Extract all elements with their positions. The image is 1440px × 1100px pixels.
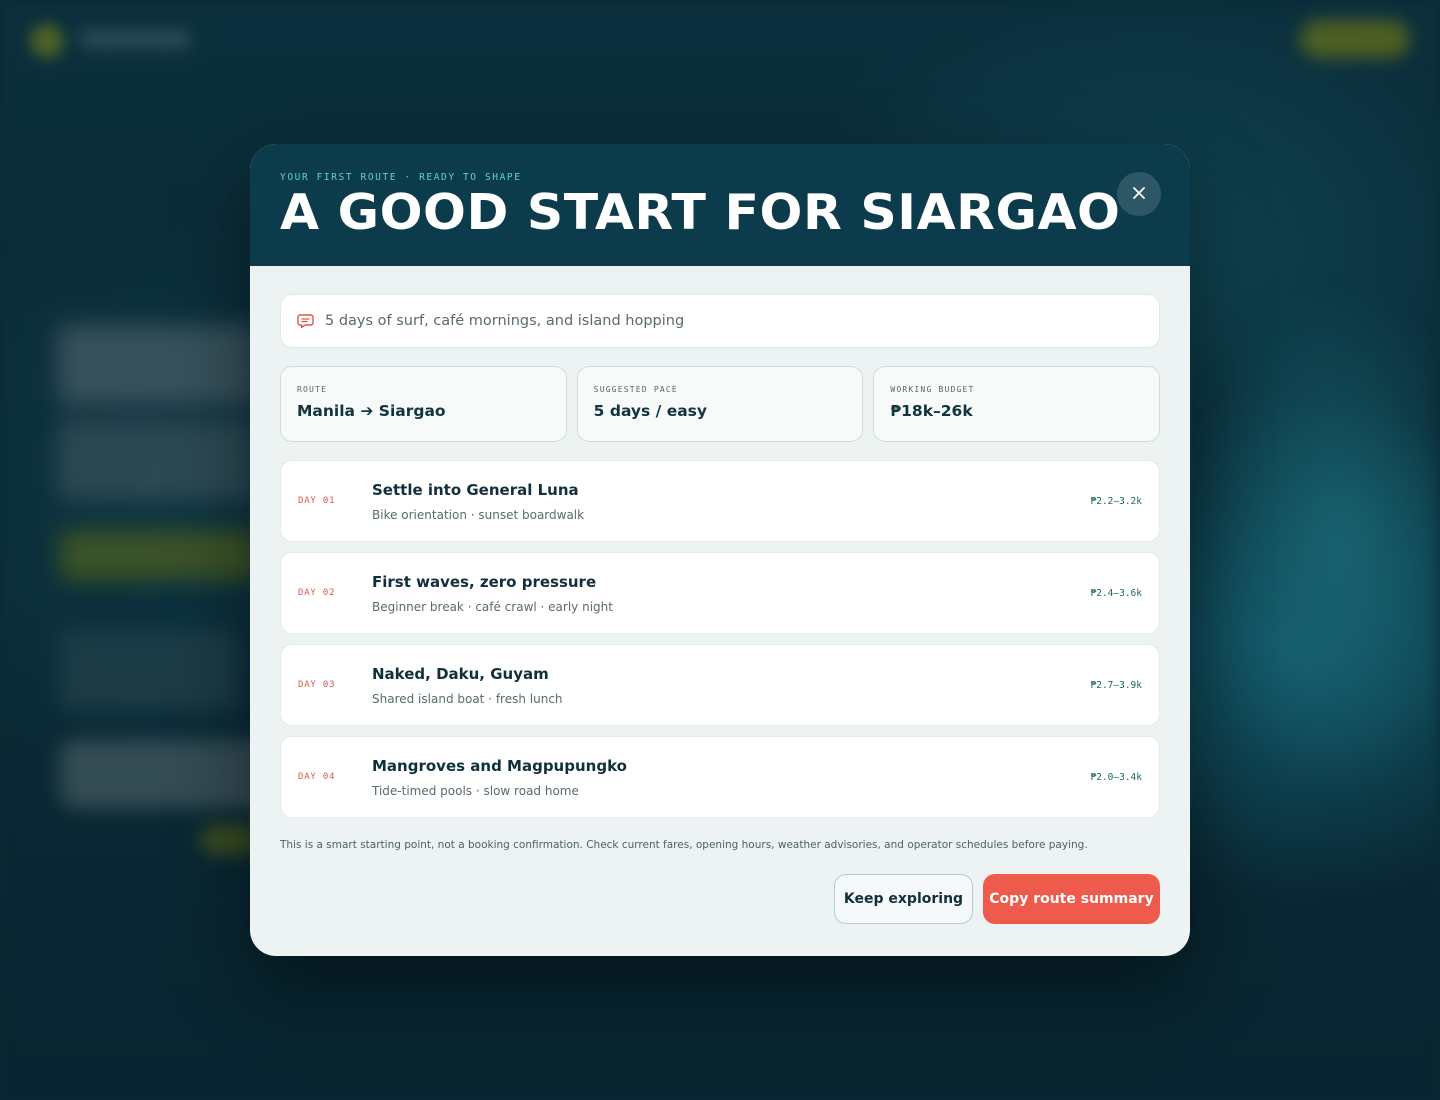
- background-logo-mark: [30, 24, 64, 58]
- background-cta-button: [1300, 20, 1410, 58]
- day-title: Settle into General Luna: [372, 481, 579, 499]
- chat-bubble-icon: [297, 312, 315, 330]
- modal-eyebrow: YOUR FIRST ROUTE · READY TO SHAPE: [280, 172, 522, 183]
- stat-route: ROUTE Manila ➔ Siargao: [280, 366, 567, 442]
- stat-label: ROUTE: [297, 385, 328, 394]
- day-tag: DAY 04: [298, 772, 336, 782]
- day-price: ₱2.4–3.6k: [1090, 588, 1142, 599]
- close-icon: [1132, 185, 1146, 204]
- background-logo-text: [80, 30, 190, 48]
- day-tag: DAY 03: [298, 680, 336, 690]
- background-hero-heading: [58, 325, 258, 405]
- itinerary-day[interactable]: DAY 04 Mangroves and Magpupungko Tide-ti…: [280, 736, 1160, 818]
- stat-value: ₱18k–26k: [890, 402, 973, 420]
- itinerary-day[interactable]: DAY 02 First waves, zero pressure Beginn…: [280, 552, 1160, 634]
- stat-value: Manila ➔ Siargao: [297, 402, 446, 420]
- day-price: ₱2.0–3.4k: [1090, 772, 1142, 783]
- background-search-field: [60, 740, 280, 808]
- keep-exploring-button[interactable]: Keep exploring: [834, 874, 973, 924]
- copy-route-summary-button[interactable]: Copy route summary: [983, 874, 1160, 924]
- background-hero-heading-line2: [58, 420, 258, 500]
- day-subtitle: Bike orientation · sunset boardwalk: [372, 508, 585, 522]
- day-price: ₱2.7–3.9k: [1090, 680, 1142, 691]
- modal-header: YOUR FIRST ROUTE · READY TO SHAPE A GOOD…: [250, 144, 1190, 266]
- day-title: First waves, zero pressure: [372, 573, 597, 591]
- modal-title: A GOOD START FOR SIARGAO: [280, 184, 1121, 241]
- background-hero-copy: [60, 630, 240, 710]
- day-tag: DAY 01: [298, 496, 336, 506]
- background-hero-highlight: [60, 530, 260, 580]
- prompt-text: 5 days of surf, café mornings, and islan…: [325, 313, 685, 329]
- stat-pace: SUGGESTED PACE 5 days / easy: [576, 366, 864, 442]
- stat-label: SUGGESTED PACE: [593, 385, 678, 394]
- day-subtitle: Tide-timed pools · slow road home: [372, 784, 579, 798]
- trip-stats: ROUTE Manila ➔ Siargao SUGGESTED PACE 5 …: [280, 366, 1161, 442]
- disclaimer-text: This is a smart starting point, not a bo…: [280, 839, 1088, 851]
- day-title: Mangroves and Magpupungko: [372, 757, 627, 775]
- day-tag: DAY 02: [298, 588, 336, 598]
- day-subtitle: Shared island boat · fresh lunch: [372, 692, 563, 706]
- background-map-glow: [1190, 280, 1440, 800]
- stat-value: 5 days / easy: [593, 402, 708, 420]
- day-price: ₱2.2–3.2k: [1090, 496, 1142, 507]
- close-button[interactable]: [1117, 172, 1161, 216]
- itinerary-day[interactable]: DAY 03 Naked, Daku, Guyam Shared island …: [280, 644, 1160, 726]
- itinerary-day[interactable]: DAY 01 Settle into General Luna Bike ori…: [280, 460, 1160, 542]
- stat-label: WORKING BUDGET: [890, 385, 975, 394]
- trip-prompt: 5 days of surf, café mornings, and islan…: [280, 294, 1160, 348]
- itinerary-list: DAY 01 Settle into General Luna Bike ori…: [280, 460, 1160, 828]
- route-modal: YOUR FIRST ROUTE · READY TO SHAPE A GOOD…: [250, 144, 1190, 956]
- stat-budget: WORKING BUDGET ₱18k–26k: [873, 366, 1161, 442]
- day-subtitle: Beginner break · café crawl · early nigh…: [372, 600, 613, 614]
- day-title: Naked, Daku, Guyam: [372, 665, 549, 683]
